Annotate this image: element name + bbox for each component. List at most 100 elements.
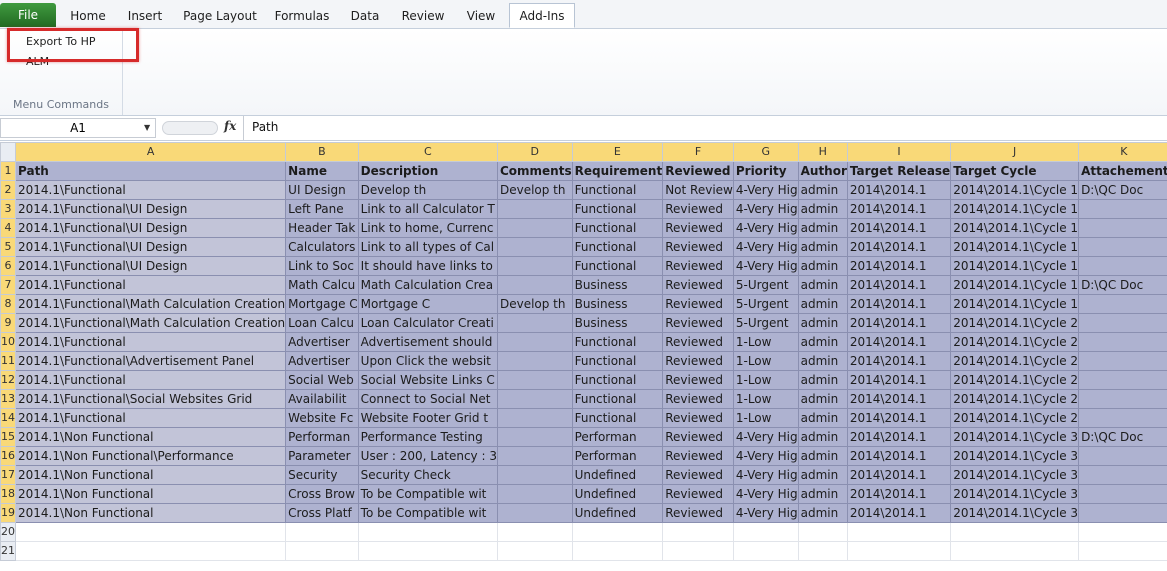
cell[interactable]: Business [571, 313, 664, 333]
cell[interactable]: To be Compatible wit [357, 484, 498, 504]
row-header[interactable]: 19 [0, 503, 16, 523]
cell[interactable]: 2014\2014.1\Cycle 1 [950, 294, 1080, 314]
chevron-down-icon[interactable]: ▼ [144, 123, 150, 132]
cell[interactable] [797, 522, 848, 542]
cell[interactable]: Connect to Social Net [357, 389, 498, 409]
cell[interactable] [496, 351, 573, 371]
cell[interactable] [1078, 465, 1167, 485]
cell[interactable]: 2014\2014.1\Cycle 1 [950, 237, 1080, 257]
cell[interactable] [1078, 237, 1167, 257]
cell[interactable]: Functional [571, 408, 664, 428]
cell[interactable]: Mortgage C [285, 294, 359, 314]
cell[interactable]: 2014\2014.1 [846, 484, 952, 504]
cell[interactable] [496, 408, 573, 428]
cell[interactable]: 2014.1\Non Functional [14, 427, 287, 447]
cell[interactable] [1078, 218, 1167, 238]
cell[interactable]: 5-Urgent [732, 294, 799, 314]
cell[interactable]: 2014.1\Functional [14, 180, 287, 200]
column-header-b[interactable]: B [285, 142, 359, 162]
cell[interactable]: 4-Very Hig [732, 446, 799, 466]
cell[interactable]: admin [797, 294, 848, 314]
cell[interactable] [496, 541, 573, 561]
cell[interactable]: Author [797, 161, 848, 181]
cell[interactable]: admin [797, 389, 848, 409]
cell[interactable] [14, 522, 287, 542]
cell[interactable] [496, 237, 573, 257]
cell[interactable]: 2014\2014.1 [846, 503, 952, 523]
cell[interactable]: Reviewed [662, 465, 734, 485]
cell[interactable] [797, 541, 848, 561]
row-header[interactable]: 14 [0, 408, 16, 428]
cell[interactable]: Business [571, 294, 664, 314]
row-header[interactable]: 5 [0, 237, 16, 257]
cell[interactable] [496, 389, 573, 409]
cell[interactable]: 2014.1\Functional\Math Calculation Creat… [14, 313, 287, 333]
cell[interactable]: 2014\2014.1\Cycle 3 [950, 503, 1080, 523]
cell[interactable]: 2014.1\Non Functional [14, 465, 287, 485]
cell[interactable] [1078, 503, 1167, 523]
row-header[interactable]: 4 [0, 218, 16, 238]
cell[interactable]: 2014\2014.1\Cycle 2 [950, 351, 1080, 371]
column-header-j[interactable]: J [950, 142, 1080, 162]
cell[interactable]: 2014.1\Functional\Social Websites Grid [14, 389, 287, 409]
row-header[interactable]: 21 [0, 541, 16, 561]
cell[interactable]: Availabilit [285, 389, 359, 409]
cell[interactable]: 2014\2014.1\Cycle 3 [950, 465, 1080, 485]
column-header-e[interactable]: E [571, 142, 664, 162]
fx-icon[interactable]: fx [224, 119, 236, 133]
cell[interactable]: admin [797, 180, 848, 200]
cell[interactable]: admin [797, 351, 848, 371]
select-all-corner[interactable] [0, 142, 16, 162]
cell[interactable]: Advertiser [285, 351, 359, 371]
cell[interactable]: Website Footer Grid t [357, 408, 498, 428]
cell[interactable]: Undefined [571, 484, 664, 504]
cell[interactable]: Cross Brow [285, 484, 359, 504]
cell[interactable] [1078, 522, 1167, 542]
cell[interactable] [496, 199, 573, 219]
cell[interactable] [662, 541, 734, 561]
cell[interactable]: Math Calcu [285, 275, 359, 295]
cell[interactable] [496, 218, 573, 238]
column-header-a[interactable]: A [14, 142, 287, 162]
cell[interactable]: 2014.1\Non Functional [14, 484, 287, 504]
cell[interactable] [496, 370, 573, 390]
cell[interactable]: 2014.1\Functional\UI Design [14, 237, 287, 257]
row-header[interactable]: 11 [0, 351, 16, 371]
row-header[interactable]: 12 [0, 370, 16, 390]
cell[interactable] [571, 541, 664, 561]
cell[interactable]: Comments [496, 161, 573, 181]
cell[interactable] [1078, 446, 1167, 466]
cell[interactable]: Mortgage C [357, 294, 498, 314]
cell[interactable] [496, 484, 573, 504]
cell[interactable]: admin [797, 332, 848, 352]
cell[interactable] [496, 275, 573, 295]
cell[interactable]: 2014\2014.1\Cycle 3 [950, 484, 1080, 504]
cell[interactable]: admin [797, 275, 848, 295]
cell[interactable]: Functional [571, 256, 664, 276]
cell[interactable]: admin [797, 408, 848, 428]
cell[interactable]: 4-Very Hig [732, 180, 799, 200]
cell[interactable]: Cross Platf [285, 503, 359, 523]
cell[interactable]: 2014\2014.1 [846, 275, 952, 295]
cell[interactable]: Link to all Calculator T [357, 199, 498, 219]
cell[interactable]: admin [797, 427, 848, 447]
cell[interactable]: Performance Testing [357, 427, 498, 447]
cell[interactable]: Functional [571, 180, 664, 200]
cell[interactable]: 4-Very Hig [732, 503, 799, 523]
cell[interactable]: 2014.1\Functional\Math Calculation Creat… [14, 294, 287, 314]
cell[interactable]: Header Tak [285, 218, 359, 238]
cell[interactable]: Reviewed [662, 237, 734, 257]
cell[interactable]: Reviewed [662, 484, 734, 504]
cell[interactable]: D:\QC Doc [1078, 180, 1167, 200]
cell[interactable]: Advertisement should [357, 332, 498, 352]
cell[interactable]: 2014.1\Functional [14, 370, 287, 390]
cell[interactable]: Reviewed [662, 294, 734, 314]
name-box[interactable]: A1 [0, 118, 156, 138]
cell[interactable]: admin [797, 237, 848, 257]
cell[interactable]: Reviewed [662, 275, 734, 295]
cell[interactable]: 1-Low [732, 389, 799, 409]
cell[interactable]: 1-Low [732, 370, 799, 390]
cell[interactable]: D:\QC Doc [1078, 275, 1167, 295]
cell[interactable]: Not Review [662, 180, 734, 200]
cell[interactable]: 2014.1\Functional\UI Design [14, 218, 287, 238]
